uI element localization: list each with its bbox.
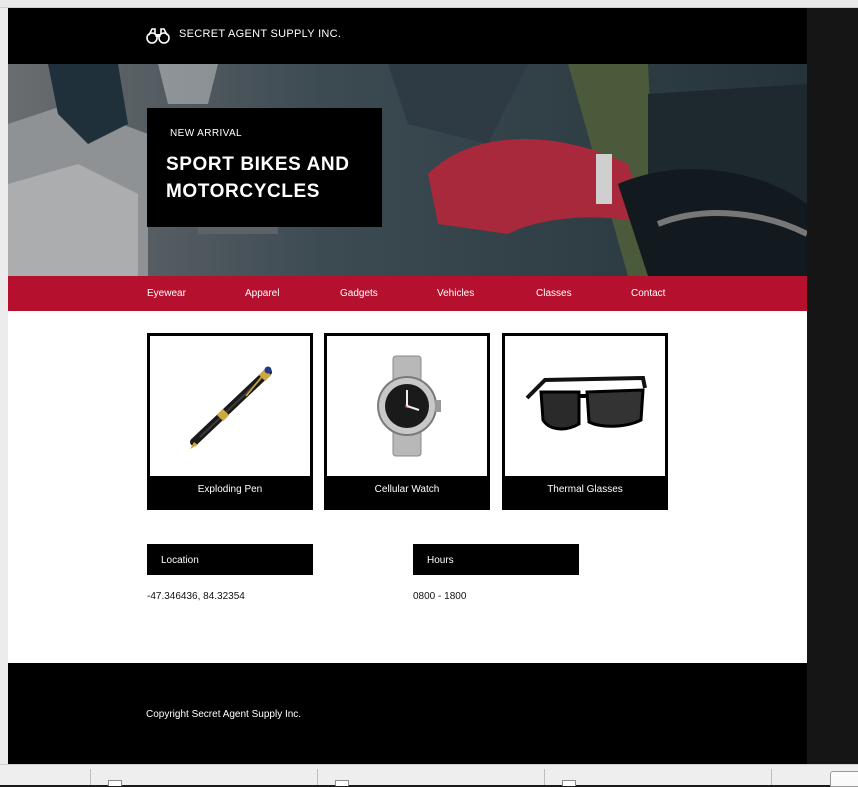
location-header: Location	[147, 544, 313, 575]
product-name[interactable]: Thermal Glasses	[502, 484, 668, 495]
taskbar-divider	[317, 769, 318, 785]
location-value: -47.346436, 84.32354	[147, 591, 245, 602]
web-page: SECRET AGENT SUPPLY INC. NEW ARRIVAL SPO…	[8, 8, 807, 764]
browser-top-strip	[0, 0, 858, 8]
nav-item-classes[interactable]: Classes	[536, 288, 572, 299]
hours-header: Hours	[413, 544, 579, 575]
watch-image[interactable]	[327, 336, 487, 476]
taskbar-app-icon[interactable]	[108, 780, 122, 786]
site-header: SECRET AGENT SUPPLY INC.	[8, 8, 807, 64]
nav-item-vehicles[interactable]: Vehicles	[437, 288, 474, 299]
site-footer: Copyright Secret Agent Supply Inc.	[8, 663, 807, 764]
hours-label: Hours	[427, 555, 454, 566]
copyright-text: Copyright Secret Agent Supply Inc.	[146, 709, 302, 720]
pen-image[interactable]	[150, 336, 310, 476]
hero-title: SPORT BIKES AND MOTORCYCLES	[166, 154, 350, 202]
nav-item-eyewear[interactable]: Eyewear	[147, 288, 186, 299]
taskbar	[0, 764, 858, 787]
product-name[interactable]: Cellular Watch	[324, 484, 490, 495]
motorcycle-photo	[8, 64, 807, 276]
taskbar-app-icon[interactable]	[335, 780, 349, 786]
nav-item-contact[interactable]: Contact	[631, 288, 665, 299]
taskbar-app-icon[interactable]	[562, 780, 576, 786]
product-image-frame	[327, 336, 487, 476]
taskbar-button[interactable]	[830, 771, 858, 787]
nav-item-gadgets[interactable]: Gadgets	[340, 288, 378, 299]
product-card[interactable]: Thermal Glasses	[502, 333, 668, 510]
window-left-edge	[0, 8, 8, 764]
location-label: Location	[161, 555, 199, 566]
brand-name[interactable]: SECRET AGENT SUPPLY INC.	[179, 28, 341, 40]
product-name[interactable]: Exploding Pen	[147, 484, 313, 495]
main-nav: Eyewear Apparel Gadgets Vehicles Classes…	[8, 276, 807, 311]
product-image-frame	[150, 336, 310, 476]
product-card[interactable]: Cellular Watch	[324, 333, 490, 510]
window-right-panel	[807, 8, 858, 764]
hero-text-box: NEW ARRIVAL SPORT BIKES AND MOTORCYCLES	[147, 108, 382, 227]
hero-banner: NEW ARRIVAL SPORT BIKES AND MOTORCYCLES	[8, 64, 807, 276]
hero-kicker: NEW ARRIVAL	[170, 128, 243, 139]
taskbar-divider	[771, 769, 772, 785]
nav-item-apparel[interactable]: Apparel	[245, 288, 279, 299]
product-card[interactable]: Exploding Pen	[147, 333, 313, 510]
taskbar-divider	[90, 769, 91, 785]
binoculars-icon[interactable]	[146, 27, 170, 45]
taskbar-divider	[544, 769, 545, 785]
main-content: Exploding Pen Cellular Watch Thermal Gla…	[8, 311, 807, 663]
hours-value: 0800 - 1800	[413, 591, 467, 602]
glasses-image[interactable]	[505, 336, 665, 476]
product-image-frame	[505, 336, 665, 476]
